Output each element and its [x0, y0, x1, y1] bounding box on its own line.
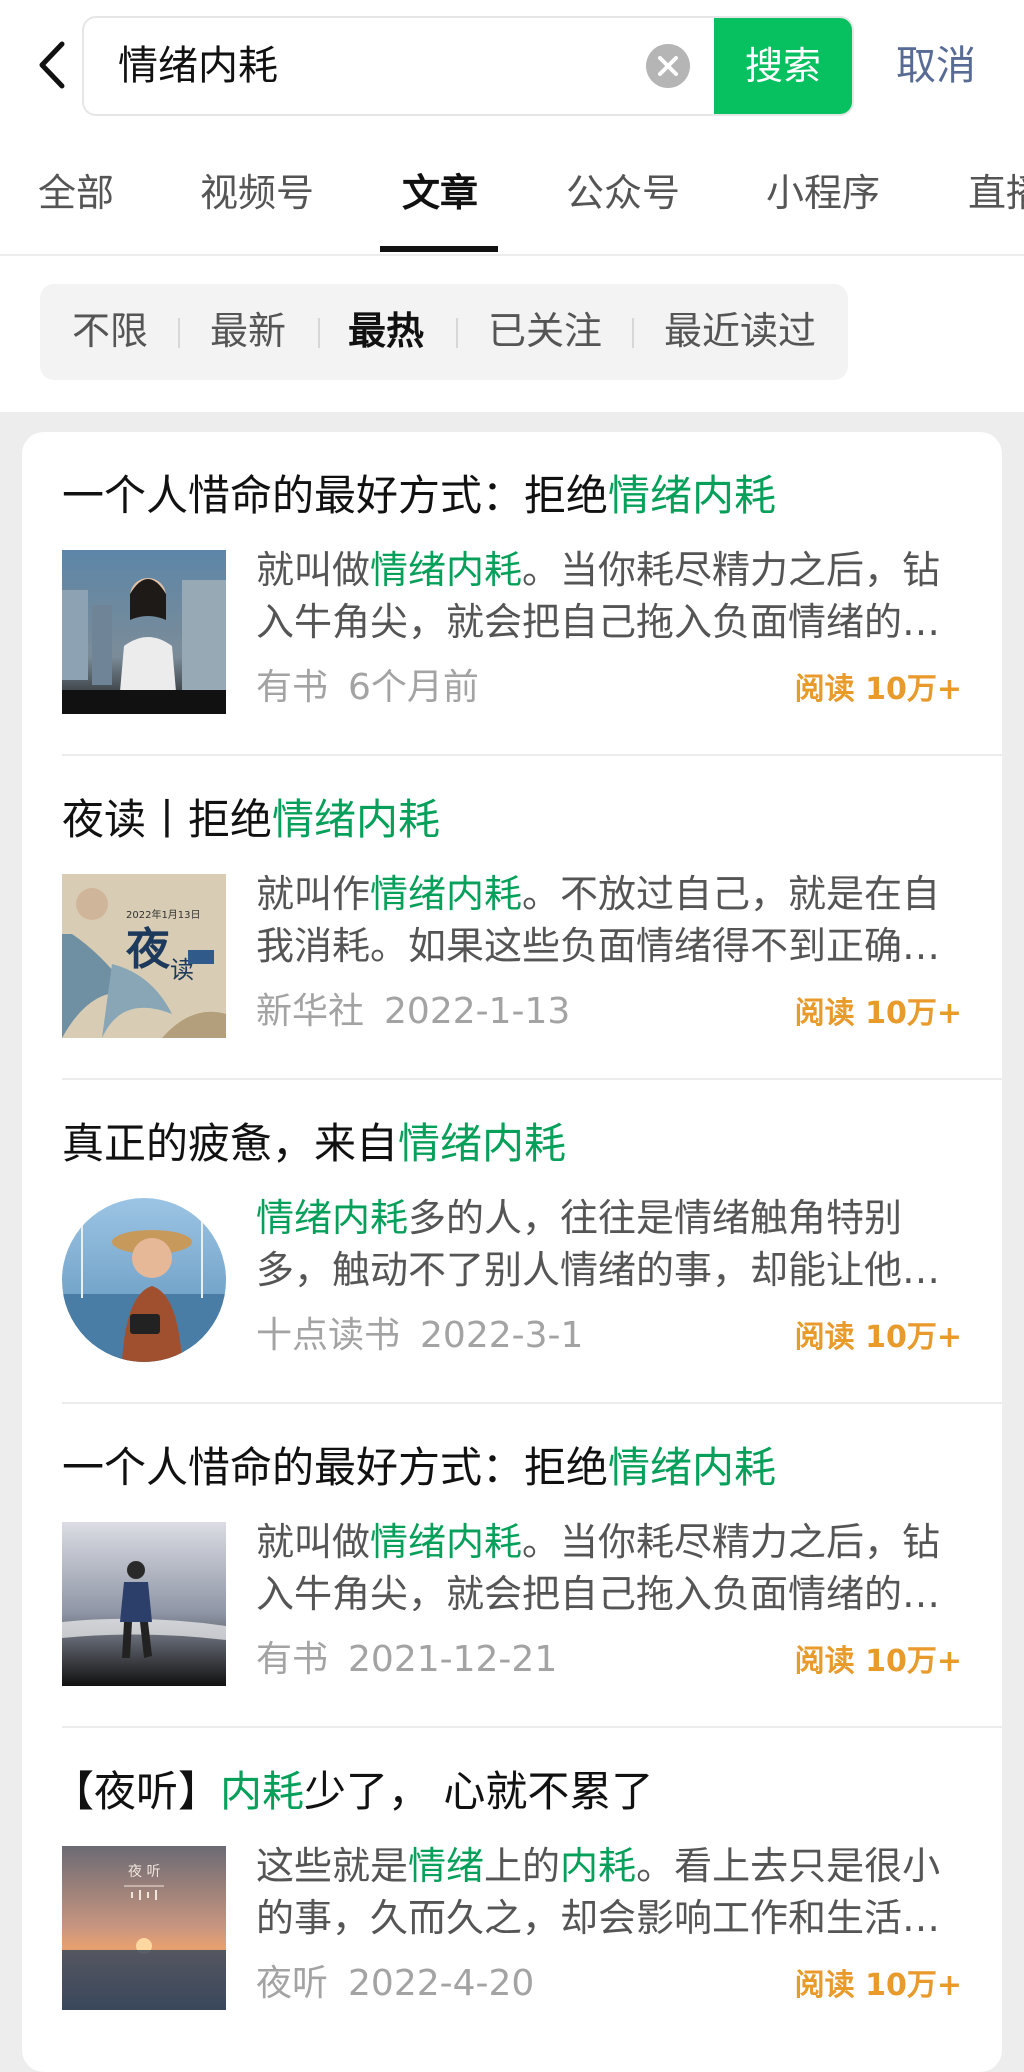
filter-bar: 不限 最新 最热 已关注 最近读过 [0, 256, 1024, 412]
article-result[interactable]: 真正的疲惫，来自情绪内耗 情绪内耗多的人，往往是情绪触角特别 多，触动不了别人情… [22, 1080, 1002, 1404]
back-arrow-icon[interactable] [34, 40, 74, 90]
filter-pill: 不限 最新 最热 已关注 最近读过 [40, 284, 848, 380]
tab-all[interactable]: 全部 [38, 168, 114, 218]
read-count: 阅读 10万+ [794, 1644, 962, 1679]
publish-date: 2022-4-20 [348, 1963, 535, 2004]
title-text: 真正的疲惫，来自 [62, 1119, 399, 1168]
tab-mini-programs[interactable]: 小程序 [766, 168, 880, 218]
svg-text:2022年1月13日: 2022年1月13日 [126, 908, 201, 921]
article-result[interactable]: 【夜听】内耗少了， 心就不累了 夜 听 这些就是情绪上的内耗。看上去只是很小 的… [22, 1728, 1002, 2052]
read-count: 阅读 10万+ [794, 996, 962, 1031]
read-count: 阅读 10万+ [794, 672, 962, 707]
publish-date: 6个月前 [348, 667, 479, 708]
category-tabs: 全部 视频号 文章 公众号 小程序 直播 [0, 150, 1024, 254]
read-count: 阅读 10万+ [794, 1320, 962, 1355]
title-highlight: 情绪内耗 [608, 471, 777, 520]
filter-followed[interactable]: 已关注 [488, 306, 602, 356]
article-snippet: 就叫作情绪内耗。不放过自己，就是在自 我消耗。如果这些负面情绪得不到正确… [256, 872, 941, 968]
source-name[interactable]: 夜听 [256, 1963, 328, 2004]
article-title[interactable]: 一个人惜命的最好方式：拒绝情绪内耗 [62, 468, 776, 524]
title-text: 一个人惜命的最好方式：拒绝 [62, 1443, 609, 1492]
filter-separator [318, 318, 320, 348]
source-name[interactable]: 有书 [256, 1639, 328, 1680]
woman-portrait-thumbnail [62, 550, 226, 714]
tab-live[interactable]: 直播 [968, 168, 1024, 218]
filter-hottest[interactable]: 最热 [348, 306, 424, 356]
title-text: 夜读丨拒绝 [62, 795, 273, 844]
search-input[interactable]: 情绪内耗 搜索 [82, 16, 854, 116]
filter-separator [456, 318, 458, 348]
cancel-button[interactable]: 取消 [896, 40, 976, 92]
results-list: 一个人惜命的最好方式：拒绝情绪内耗 就叫做情绪内耗。当你耗尽精力之后，钻 入牛角… [22, 432, 1002, 2072]
tab-official-accounts[interactable]: 公众号 [566, 168, 680, 218]
clear-icon[interactable] [646, 44, 690, 88]
title-text: 少了， 心就不累了 [304, 1767, 654, 1816]
svg-text:夜: 夜 [125, 924, 171, 975]
article-meta: 有书 2021-12-21 [256, 1636, 557, 1684]
filter-recently-read[interactable]: 最近读过 [664, 306, 816, 356]
filter-newest[interactable]: 最新 [210, 306, 286, 356]
article-snippet: 这些就是情绪上的内耗。看上去只是很小 的事，久而久之，却会影响工作和生活… [256, 1844, 941, 1940]
man-on-beach-thumbnail [62, 1522, 226, 1686]
title-text: 【夜听】 [52, 1767, 221, 1816]
article-snippet: 就叫做情绪内耗。当你耗尽精力之后，钻 入牛角尖，就会把自己拖入负面情绪的… [256, 548, 941, 644]
article-title[interactable]: 夜读丨拒绝情绪内耗 [62, 792, 440, 848]
source-name[interactable]: 有书 [256, 667, 328, 708]
svg-text:夜 听: 夜 听 [128, 1864, 160, 1880]
article-snippet: 就叫做情绪内耗。当你耗尽精力之后，钻 入牛角尖，就会把自己拖入负面情绪的… [256, 1520, 941, 1616]
article-snippet: 情绪内耗多的人，往往是情绪触角特别 多，触动不了别人情绪的事，却能让他… [256, 1196, 941, 1292]
article-title[interactable]: 一个人惜命的最好方式：拒绝情绪内耗 [62, 1440, 776, 1496]
filter-separator [632, 318, 634, 348]
publish-date: 2022-1-13 [384, 991, 571, 1032]
sunset-sea-thumbnail: 夜 听 [62, 1846, 226, 2010]
source-name[interactable]: 新华社 [256, 991, 364, 1032]
title-highlight: 情绪内耗 [272, 795, 441, 844]
active-tab-indicator [380, 246, 498, 252]
title-text: 一个人惜命的最好方式：拒绝 [62, 471, 609, 520]
title-highlight: 情绪内耗 [608, 1443, 777, 1492]
publish-date: 2021-12-21 [348, 1639, 558, 1680]
article-title[interactable]: 真正的疲惫，来自情绪内耗 [62, 1116, 566, 1172]
top-bar: 情绪内耗 搜索 取消 全部 视频号 文章 公众号 小程序 直播 [0, 0, 1024, 256]
filter-separator [178, 318, 180, 348]
article-result[interactable]: 一个人惜命的最好方式：拒绝情绪内耗 就叫做情绪内耗。当你耗尽精力之后，钻 入牛角… [22, 1404, 1002, 1728]
article-meta: 新华社 2022-1-13 [256, 988, 570, 1036]
article-title[interactable]: 【夜听】内耗少了， 心就不累了 [52, 1764, 653, 1820]
read-count: 阅读 10万+ [794, 1968, 962, 2003]
publish-date: 2022-3-1 [420, 1315, 584, 1356]
article-meta: 有书 6个月前 [256, 664, 479, 712]
tab-articles[interactable]: 文章 [402, 168, 478, 218]
search-button[interactable]: 搜索 [714, 18, 852, 114]
search-query-text[interactable]: 情绪内耗 [118, 40, 278, 92]
article-result[interactable]: 一个人惜命的最好方式：拒绝情绪内耗 就叫做情绪内耗。当你耗尽精力之后，钻 入牛角… [22, 432, 1002, 756]
night-reading-thumbnail: 2022年1月13日 夜 读 [62, 874, 226, 1038]
title-highlight: 情绪内耗 [398, 1119, 567, 1168]
article-result[interactable]: 夜读丨拒绝情绪内耗 2022年1月13日 夜 读 就叫作情绪内耗。不放过自己，就… [22, 756, 1002, 1080]
source-name[interactable]: 十点读书 [256, 1315, 400, 1356]
article-meta: 夜听 2022-4-20 [256, 1960, 534, 2008]
filter-unlimited[interactable]: 不限 [72, 306, 148, 356]
tab-channels[interactable]: 视频号 [200, 168, 314, 218]
title-highlight: 内耗 [220, 1767, 305, 1816]
woman-hat-circle-thumbnail [62, 1198, 226, 1362]
article-meta: 十点读书 2022-3-1 [256, 1312, 583, 1360]
